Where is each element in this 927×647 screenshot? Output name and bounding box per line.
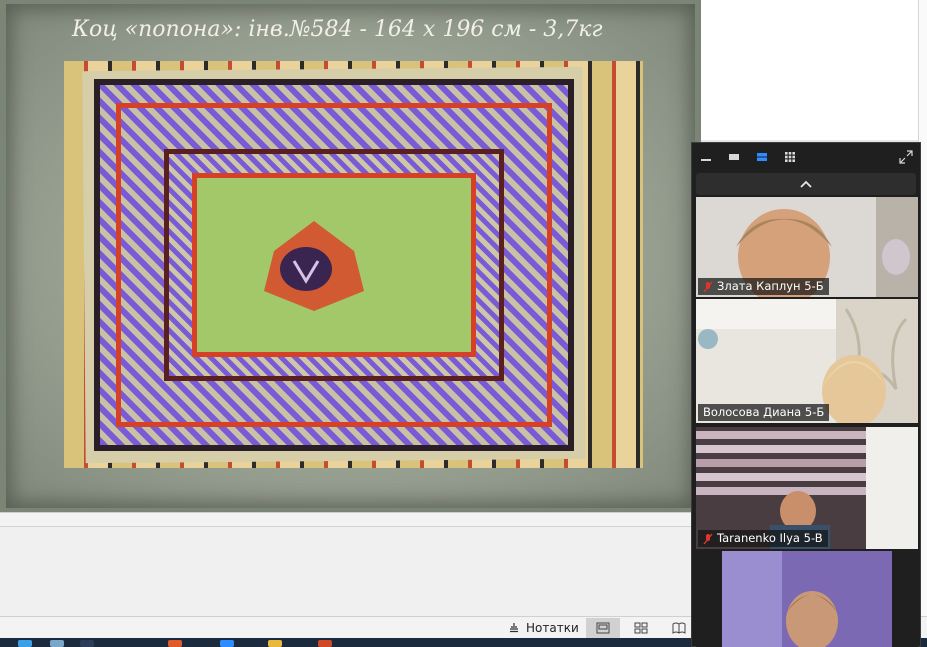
- slide-sorter-icon: [634, 622, 648, 634]
- stacked-view-button[interactable]: [754, 149, 770, 165]
- carpet-photo: [64, 61, 643, 468]
- participant-name-label: Taranenko Ilya 5-B: [698, 530, 828, 547]
- slide-bottom-gap: [0, 512, 701, 527]
- participant-name-label: Злата Каплун 5-Б: [698, 278, 829, 295]
- taskbar-app-icon[interactable]: [50, 640, 64, 647]
- gallery-view-button[interactable]: [782, 149, 798, 165]
- notes-label: Нотатки: [526, 621, 579, 635]
- zoom-video-panel: Злата Каплун 5-Б Волосова Диана 5-Б Tara…: [691, 142, 921, 647]
- participant-name: Волосова Диана 5-Б: [703, 405, 825, 419]
- book-icon: [672, 622, 686, 634]
- participant-video: [696, 551, 918, 647]
- slide-canvas: Коц «попона»: інв.№584 - 164 х 196 см - …: [0, 0, 701, 512]
- hide-video-button[interactable]: [726, 149, 742, 165]
- taskbar-app-icon[interactable]: [268, 640, 282, 647]
- zoom-panel-toolbar: [692, 143, 920, 171]
- gallery-grid-icon: [785, 152, 795, 162]
- taskbar-app-icon[interactable]: [18, 640, 32, 647]
- normal-view-button[interactable]: [586, 618, 620, 638]
- muted-mic-icon: [703, 533, 713, 544]
- taskbar-app-icon[interactable]: [80, 640, 94, 647]
- rug-motif: [264, 221, 364, 311]
- participant-video-tile[interactable]: Злата Каплун 5-Б: [696, 197, 918, 297]
- stacked-view-icon: [757, 153, 767, 161]
- chevron-up-icon: [800, 180, 812, 188]
- right-canvas-area: [701, 0, 918, 140]
- minimize-icon: [701, 159, 711, 161]
- slide-title: Коц «попона»: інв.№584 - 164 х 196 см - …: [72, 17, 603, 42]
- notes-button[interactable]: Нотатки: [500, 617, 587, 639]
- participant-name-label: Волосова Диана 5-Б: [698, 404, 830, 421]
- participant-video-tile[interactable]: Taranenko Ilya 5-B: [696, 427, 918, 549]
- participant-name: Taranenko Ilya 5-B: [717, 531, 823, 545]
- taskbar-app-icon[interactable]: [318, 640, 332, 647]
- expand-icon: [899, 150, 913, 164]
- scroll-up-button[interactable]: [696, 173, 916, 195]
- minimize-button[interactable]: [698, 149, 714, 165]
- muted-mic-icon: [703, 281, 713, 292]
- normal-view-icon: [596, 622, 610, 634]
- fullscreen-button[interactable]: [898, 149, 914, 165]
- notes-pane[interactable]: [0, 526, 701, 617]
- taskbar-app-icon[interactable]: [220, 640, 234, 647]
- taskbar-app-icon[interactable]: [168, 640, 182, 647]
- slide-sorter-button[interactable]: [624, 618, 658, 638]
- participant-video-tile[interactable]: Волосова Диана 5-Б: [696, 299, 918, 423]
- single-view-icon: [729, 154, 739, 160]
- participant-video-tile[interactable]: [696, 551, 918, 647]
- notes-icon: [510, 623, 518, 633]
- participant-name: Злата Каплун 5-Б: [717, 279, 824, 293]
